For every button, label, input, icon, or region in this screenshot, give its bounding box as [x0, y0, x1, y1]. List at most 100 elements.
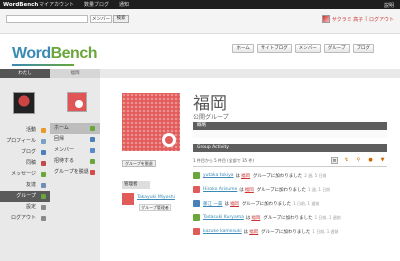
group-sidebar: ホーム 回帰 メンバー招待するグループを脱退	[50, 78, 100, 261]
nav-members[interactable]: メンバー	[294, 44, 321, 53]
group-menu-item-1[interactable]: 回帰	[50, 134, 100, 145]
group-avatar[interactable]	[67, 92, 87, 112]
group-menu-item-2[interactable]: メンバー	[50, 145, 100, 156]
nav-groups[interactable]: グループ	[323, 44, 350, 53]
activity-group-link[interactable]: 福岡	[230, 201, 239, 207]
menu-icon	[90, 159, 95, 164]
activity-time: 1 週, 1 日前	[308, 186, 331, 192]
avatar[interactable]	[321, 15, 330, 23]
leave-group-button[interactable]: グループを脱退	[122, 160, 156, 167]
summary-body	[193, 130, 387, 138]
topbar-brand[interactable]: WordBench	[3, 2, 39, 8]
user-avatar[interactable]	[13, 92, 35, 114]
sidebar-item-1[interactable]: プロフィール	[0, 136, 50, 147]
sidebar-item-0[interactable]: 活動	[0, 125, 50, 136]
group-menu-item-3[interactable]: 招待する	[50, 156, 100, 167]
group-menu-label: 招待する	[54, 158, 75, 164]
sidebar-item-label: グループ	[16, 193, 36, 199]
menu-icon	[41, 205, 46, 210]
activity-section-header: Group Activity	[193, 144, 387, 152]
activity-type-icon	[193, 200, 200, 207]
search-scope-select[interactable]: メンバー	[90, 15, 112, 23]
tab-group[interactable]: 福岡	[50, 69, 100, 78]
topbar-menu-blog[interactable]: 数量ブログ	[84, 1, 109, 8]
nav-home[interactable]: ホーム	[232, 44, 254, 53]
activity-time: 1 日前, 1 週前	[314, 214, 341, 220]
menu-icon	[41, 172, 46, 177]
nav-blogs[interactable]: ブログ	[352, 44, 374, 53]
group-menu-label: グループを脱退	[54, 169, 89, 175]
admin-name-link[interactable]: Takayuki Miyoshi	[137, 195, 175, 200]
sidebar-item-4[interactable]: メッセージ	[0, 169, 50, 180]
activity-filter-icon[interactable]: ▼	[379, 157, 386, 164]
search-input[interactable]	[6, 15, 88, 23]
site-logo[interactable]: WordBench	[12, 45, 98, 63]
activity-group-link[interactable]: 福岡	[241, 173, 250, 179]
menu-icon	[41, 128, 46, 133]
activity-time: 1 日前, 1 週前	[293, 200, 320, 206]
activity-text: グループに加わりました	[261, 229, 311, 235]
sidebar-item-5[interactable]: 友達	[0, 180, 50, 191]
sidebar-item-7[interactable]: 設定	[0, 202, 50, 213]
activity-filter-tools: ≡ ↯ ⚲ ● ▼	[331, 157, 386, 164]
admin-avatar[interactable]	[122, 193, 134, 205]
activity-user-link[interactable]: Tadasuki Kuryama	[203, 215, 244, 220]
nav-site-blog[interactable]: サイトブログ	[256, 44, 292, 53]
activity-count: 1 件目から 5 件目 (全部で 35 件)	[193, 158, 254, 163]
group-menu-item-0[interactable]: ホーム	[50, 123, 100, 134]
activity-filter-icon[interactable]: ↯	[343, 157, 350, 164]
sidebar-item-label: プロフィール	[6, 138, 36, 144]
list-item: Tadasuki Kuryama は福岡 グループに加わりました 1 日前, 1 週前	[193, 212, 387, 223]
activity-type-icon	[193, 228, 200, 235]
list-item: 藤江 一貴は福岡 グループに加わりました 1 日前, 1 週前	[193, 198, 387, 209]
group-subtitle: 公開グループ	[193, 114, 229, 121]
topbar-menu-notify[interactable]: 通知	[119, 1, 129, 8]
menu-icon	[41, 194, 46, 199]
logout-link[interactable]: ログアウト	[369, 16, 394, 23]
sidebar-item-label: ログアウト	[10, 215, 36, 221]
activity-group-link[interactable]: 福岡	[251, 215, 260, 221]
topbar-help[interactable]: 説明	[384, 2, 394, 9]
topbar-menu-account[interactable]: マイアカウント	[39, 1, 74, 8]
account-name-link[interactable]: サクラミ 高子	[332, 16, 364, 23]
activity-filter-icon[interactable]: ●	[367, 157, 374, 164]
menu-icon	[90, 126, 95, 131]
activity-text: は	[224, 201, 229, 207]
activity-group-link[interactable]: 福岡	[249, 229, 258, 235]
activity-type-icon	[193, 172, 200, 179]
group-main: グループを脱退 管理者 Takayuki Miyoshi グループ管理者 福岡 …	[100, 78, 400, 261]
activity-filter-icon[interactable]: ⚲	[355, 157, 362, 164]
sidebar-item-label: ブログ	[20, 149, 36, 155]
activity-group-link[interactable]: 福岡	[245, 187, 254, 193]
sidebar-item-3[interactable]: 同稿	[0, 158, 50, 169]
activity-type-icon	[193, 214, 200, 221]
search-button[interactable]: 検索	[113, 15, 129, 23]
list-item: yutaka tokiya は福岡 グループに加わりました 2 週, 5 日前	[193, 170, 387, 181]
activity-user-link[interactable]: yutaka tokiya	[203, 173, 234, 178]
sidebar-item-6[interactable]: グループ	[0, 191, 50, 202]
account-separator: |	[365, 16, 367, 22]
activity-type-icon	[193, 186, 200, 193]
activity-text: グループに加わりました	[263, 215, 313, 221]
user-menu: 活動プロフィールブログ同稿 メッセージ 友達グループ設定ログアウト	[0, 125, 50, 224]
menu-icon	[41, 139, 46, 144]
user-sidebar: 活動プロフィールブログ同稿 メッセージ 友達グループ設定ログアウト	[0, 78, 50, 261]
tab-me[interactable]: わたし	[0, 69, 50, 78]
activity-text: は	[235, 173, 241, 179]
sidebar-item-2[interactable]: ブログ	[0, 147, 50, 158]
activity-text: は	[245, 215, 251, 221]
activity-text: は	[239, 187, 244, 193]
search-strip: メンバー 検索 サクラミ 高子 | ログアウト	[0, 9, 400, 34]
group-menu: ホーム 回帰 メンバー招待するグループを脱退	[50, 123, 100, 178]
activity-user-link[interactable]: Hiroko Arisume	[203, 187, 237, 192]
activity-filter-icon[interactable]: ≡	[331, 157, 338, 164]
activity-user-link[interactable]: kazuke kamesuki	[203, 229, 242, 234]
activity-text: グループに加わりました	[256, 187, 307, 193]
menu-icon	[90, 148, 95, 153]
activity-time: 2 週, 5 日前	[304, 172, 327, 178]
activity-user-link[interactable]: 藤江 一貴	[203, 201, 222, 207]
activity-time: 1 日前, 1 週前	[312, 228, 339, 234]
group-menu-item-4[interactable]: グループを脱退	[50, 167, 100, 178]
admin-role-badge: グループ管理者	[139, 204, 171, 211]
sidebar-item-8[interactable]: ログアウト	[0, 213, 50, 224]
